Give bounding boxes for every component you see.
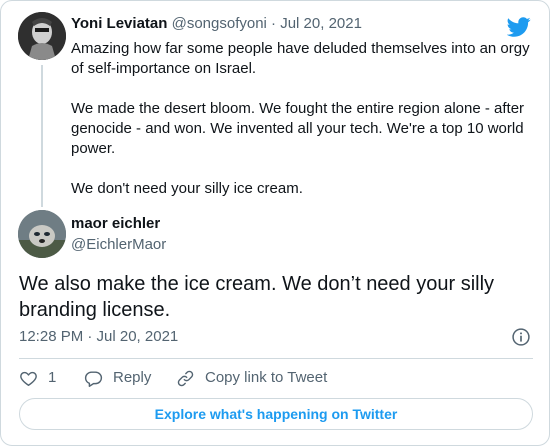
reply-button[interactable]: Reply: [84, 368, 151, 388]
parent-display-name[interactable]: Yoni Leviatan: [71, 15, 167, 32]
like-button[interactable]: 1: [19, 368, 56, 388]
embedded-tweet-card: Yoni Leviatan @songsofyoni · Jul 20, 202…: [0, 0, 550, 446]
like-count: 1: [48, 369, 57, 386]
main-avatar[interactable]: [18, 210, 66, 258]
tweet-timestamp[interactable]: 12:28 PM · Jul 20, 2021: [19, 327, 178, 347]
parent-handle[interactable]: @songsofyoni: [172, 15, 267, 32]
main-handle[interactable]: @EichlerMaor: [71, 235, 166, 255]
divider: [19, 358, 533, 359]
info-icon[interactable]: [511, 327, 531, 347]
copy-link-button[interactable]: Copy link to Tweet: [176, 368, 327, 388]
heart-icon: [20, 371, 37, 386]
parent-separator: ·: [271, 15, 277, 32]
reply-label: Reply: [113, 369, 152, 386]
twitter-bird-icon[interactable]: [507, 15, 531, 39]
copy-link-label: Copy link to Tweet: [205, 369, 328, 386]
main-display-name[interactable]: maor eichler: [71, 214, 160, 234]
link-icon: [177, 370, 194, 386]
parent-tweet-text: Amazing how far some people have deluded…: [71, 39, 531, 199]
parent-avatar[interactable]: [18, 12, 66, 60]
thread-connector-line: [41, 65, 43, 207]
parent-paragraph: Amazing how far some people have deluded…: [71, 40, 530, 77]
parent-paragraph: We don't need your silly ice cream.: [71, 180, 303, 197]
explore-twitter-button[interactable]: Explore what's happening on Twitter: [19, 398, 533, 430]
parent-paragraph: We made the desert bloom. We fought the …: [71, 100, 525, 157]
parent-tweet-header: Yoni Leviatan @songsofyoni · Jul 20, 202…: [71, 14, 362, 34]
reply-icon: [84, 370, 103, 387]
main-tweet-text: We also make the ice cream. We don’t nee…: [19, 273, 495, 321]
parent-date[interactable]: Jul 20, 2021: [280, 15, 362, 32]
